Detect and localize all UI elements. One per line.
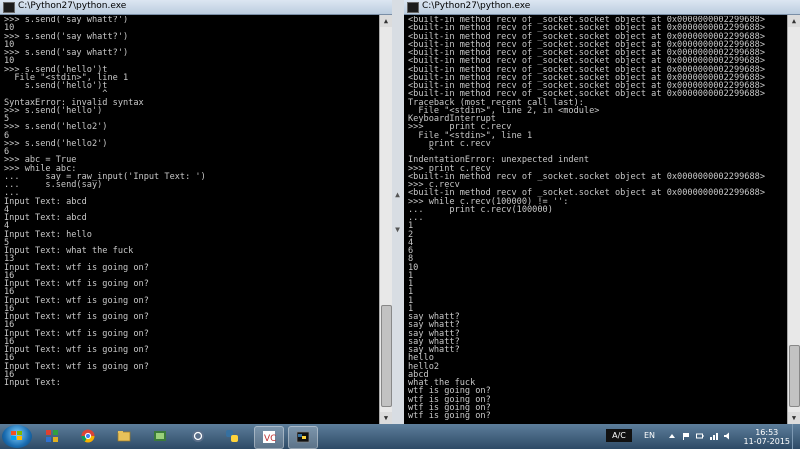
- console-line: Input Text: what the fuck: [4, 246, 134, 256]
- svg-text:VC: VC: [264, 434, 276, 444]
- console-line: Input Text: wtf is going on?: [4, 361, 149, 372]
- console-line: Input Text: wtf is going on?: [4, 279, 149, 289]
- console-line: ... s.send(say): [4, 180, 103, 190]
- console-line: Input Text: wtf is going on?: [4, 295, 149, 306]
- taskbar-explorer-button[interactable]: [110, 426, 138, 447]
- title-bar[interactable]: C:\Python27\python.exe: [0, 0, 392, 15]
- window-title: C:\Python27\python.exe: [422, 1, 531, 11]
- console-line: >>> s.send('hello2'): [4, 138, 108, 149]
- volume-icon[interactable]: [724, 432, 732, 440]
- console-app-icon: [407, 2, 419, 13]
- clock-time: 16:53: [755, 428, 779, 437]
- show-desktop-button[interactable]: [792, 424, 800, 449]
- console-line: hello: [408, 353, 434, 364]
- console-line: ...: [408, 213, 424, 223]
- console-line: >>> s.send('hello'): [4, 105, 103, 116]
- window-divider: ▲ ▼: [392, 0, 404, 424]
- console-line: Input Text: wtf is going on?: [4, 262, 149, 273]
- console-line: Input Text: wtf is going on?: [4, 345, 149, 355]
- scroll-up-arrow-icon[interactable]: ▲: [380, 15, 392, 27]
- scroll-down-arrow-icon[interactable]: ▼: [788, 412, 800, 424]
- console-output[interactable]: >>> s.send('say whatt?') 10 >>> s.send('sa…: [4, 16, 378, 424]
- chrome-icon: [81, 429, 95, 443]
- console-line: <built-in method recv of _socket.socket …: [408, 171, 765, 182]
- console-line: Input Text: wtf is going on?: [4, 328, 149, 339]
- battery-icon[interactable]: [696, 432, 704, 440]
- console-line: print c.recv: [408, 138, 491, 149]
- clock-date: 11-07-2015: [743, 437, 791, 446]
- console-line: 8: [408, 254, 414, 265]
- vertical-scrollbar[interactable]: ▲ ▼: [379, 15, 392, 424]
- ac-indicator[interactable]: A/C: [606, 429, 632, 442]
- taskbar-chrome-button[interactable]: [74, 426, 102, 447]
- media-icon: [154, 431, 166, 441]
- tray-arrow-icon[interactable]: [668, 432, 676, 440]
- window-title: C:\Python27\python.exe: [18, 1, 127, 11]
- console-line: >>> s.send('say whatt?'): [4, 48, 129, 58]
- vc-icon: VC: [263, 431, 276, 444]
- console-line: 1: [408, 295, 414, 306]
- console-line: ... print c.recv(100000): [408, 204, 553, 215]
- network-icon[interactable]: [710, 432, 718, 440]
- console-line: Input Text: hello: [4, 229, 92, 240]
- windows-logo-icon: [11, 431, 23, 442]
- console-window-right[interactable]: C:\Python27\python.exe <built-in method …: [404, 0, 800, 424]
- app-grid-icon: [46, 430, 58, 442]
- spiral-icon: [192, 430, 204, 442]
- flag-icon[interactable]: [682, 432, 690, 440]
- console-app-icon: [3, 2, 15, 13]
- system-tray: A/C EN 16:53 11-07-2015: [600, 424, 800, 449]
- console-line: Input Text: abcd: [4, 213, 87, 223]
- vertical-scrollbar[interactable]: ▲ ▼: [787, 15, 800, 424]
- console-line: 6: [408, 246, 414, 256]
- console-line: hello2: [408, 361, 440, 372]
- clock[interactable]: 16:53 11-07-2015: [744, 428, 791, 446]
- console-line: say whatt?: [408, 328, 460, 339]
- console-window-left[interactable]: C:\Python27\python.exe >>> s.send('say w…: [0, 0, 392, 424]
- console-line: 1: [408, 303, 414, 314]
- console-line: say whatt?: [408, 336, 460, 347]
- console-line: 2: [408, 229, 414, 240]
- console-line: say whatt?: [408, 345, 460, 355]
- taskbar-app-button[interactable]: [38, 426, 66, 447]
- scroll-up-arrow-icon[interactable]: ▲: [788, 15, 800, 27]
- resize-arrow-icon: ▼: [395, 225, 400, 234]
- scroll-thumb[interactable]: [381, 305, 392, 407]
- console-line: Input Text: abcd: [4, 196, 87, 207]
- taskbar-app-button[interactable]: [218, 426, 246, 447]
- console-line: Input Text:: [4, 378, 61, 388]
- console-line: >>> s.send('hello2'): [4, 122, 108, 133]
- console-line: 1: [408, 221, 414, 232]
- language-indicator[interactable]: EN: [644, 431, 655, 440]
- console-line: say whatt?: [408, 320, 460, 331]
- scroll-thumb[interactable]: [789, 345, 800, 407]
- taskbar: VC A/C EN 16:53 11-07-2015: [0, 424, 800, 449]
- console-line: wtf is going on?: [408, 411, 491, 421]
- title-bar[interactable]: C:\Python27\python.exe: [404, 0, 800, 15]
- console-output[interactable]: <built-in method recv of _socket.socket …: [408, 16, 786, 424]
- taskbar-app-button[interactable]: [184, 426, 212, 447]
- python-icon: [226, 430, 238, 442]
- taskbar-app-button[interactable]: VC: [254, 426, 284, 449]
- console-line: 1: [408, 270, 414, 281]
- python-console-icon: [296, 431, 310, 443]
- console-line: 4: [408, 237, 414, 248]
- console-line: >>> s.send('say whatt?'): [4, 16, 129, 25]
- console-line: 1: [408, 279, 414, 289]
- console-line: 1: [408, 287, 414, 298]
- taskbar-console-button[interactable]: [288, 426, 318, 449]
- start-button[interactable]: [2, 425, 32, 448]
- taskbar-app-button[interactable]: [146, 426, 174, 447]
- console-line: say whatt?: [408, 312, 460, 322]
- resize-arrow-icon: ▲: [395, 190, 400, 199]
- scroll-down-arrow-icon[interactable]: ▼: [380, 412, 392, 424]
- console-line: >>> s.send('say whatt?'): [4, 31, 129, 42]
- folder-icon: [117, 431, 131, 442]
- console-line: 10: [408, 262, 419, 273]
- console-line: Input Text: wtf is going on?: [4, 312, 149, 322]
